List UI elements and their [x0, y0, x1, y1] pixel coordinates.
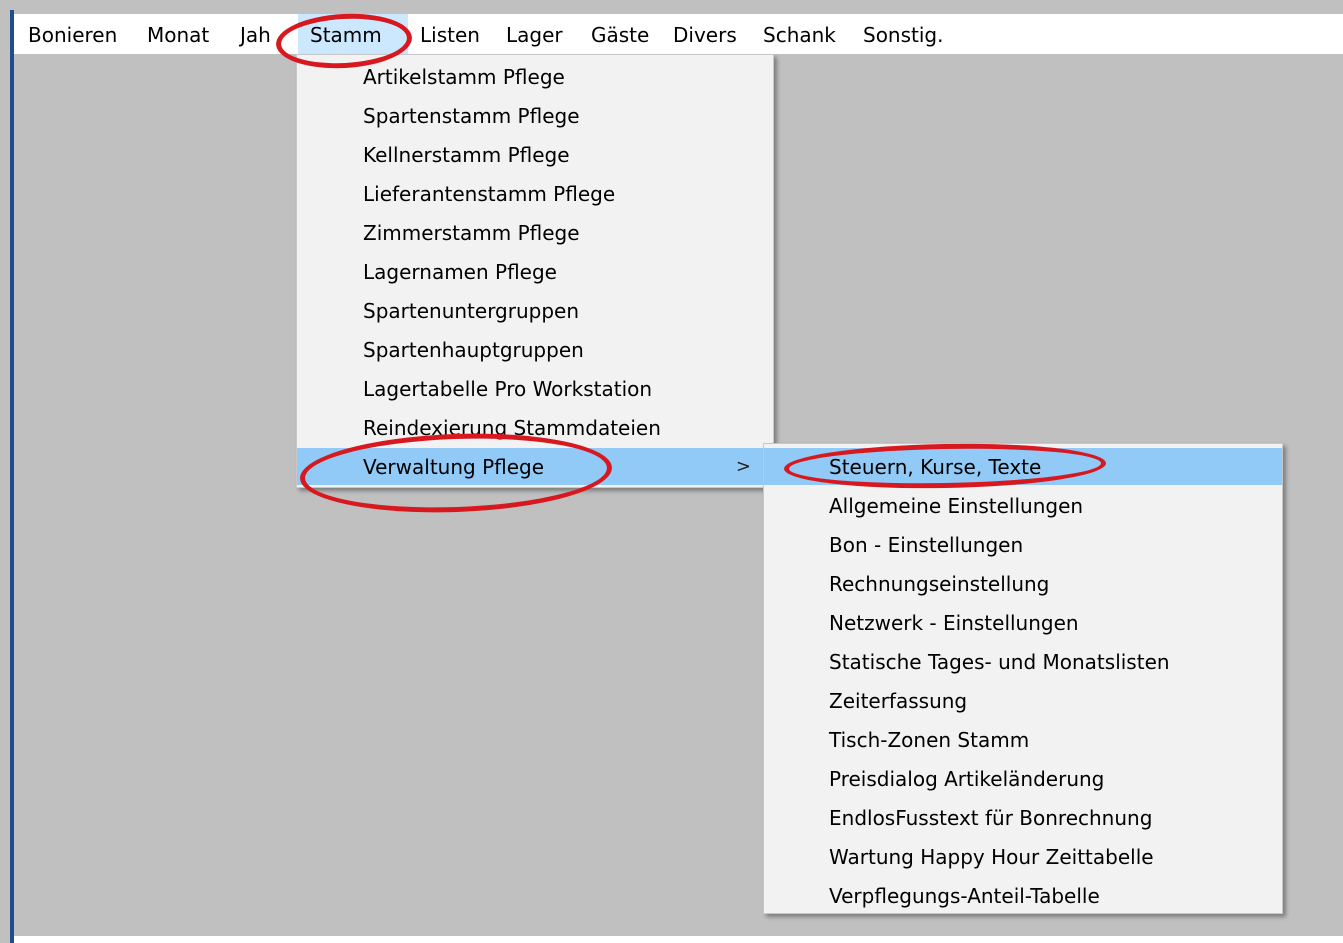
window-bottom-edge: [14, 936, 1343, 943]
chevron-right-icon: >: [735, 456, 751, 477]
menu-item-label: Bon - Einstellungen: [829, 533, 1024, 557]
menu-item-label: Statische Tages- und Monatslisten: [829, 650, 1170, 674]
menu-item-label: Netzwerk - Einstellungen: [829, 611, 1079, 635]
verwaltung-submenu: Steuern, Kurse, Texte Allgemeine Einstel…: [763, 443, 1283, 914]
menu-monat[interactable]: Monat: [147, 14, 209, 54]
menu-item-lieferantenstamm-pflege[interactable]: Lieferantenstamm Pflege: [297, 175, 773, 212]
menu-item-zimmerstamm-pflege[interactable]: Zimmerstamm Pflege: [297, 214, 773, 251]
menu-stamm[interactable]: Stamm: [298, 14, 408, 54]
submenu-item-allgemeine-einstellungen[interactable]: Allgemeine Einstellungen: [764, 487, 1282, 524]
menu-item-spartenstamm-pflege[interactable]: Spartenstamm Pflege: [297, 97, 773, 134]
menu-item-label: Verpflegungs-Anteil-Tabelle: [829, 884, 1100, 908]
stamm-dropdown-menu: Artikelstamm Pflege Spartenstamm Pflege …: [296, 54, 774, 488]
menu-bar: Bonieren Monat Jah Stamm Listen Lager Gä…: [14, 14, 1343, 54]
menu-schank[interactable]: Schank: [763, 14, 836, 54]
menu-lager[interactable]: Lager: [506, 14, 563, 54]
submenu-item-steuern-kurse-texte[interactable]: Steuern, Kurse, Texte: [764, 448, 1282, 485]
submenu-item-rechnungseinstellung[interactable]: Rechnungseinstellung: [764, 565, 1282, 602]
menu-item-label: Tisch-Zonen Stamm: [829, 728, 1030, 752]
menu-item-label: Preisdialog Artikeländerung: [829, 767, 1105, 791]
menu-item-label: Spartenstamm Pflege: [363, 104, 580, 128]
submenu-item-bon-einstellungen[interactable]: Bon - Einstellungen: [764, 526, 1282, 563]
menu-item-label: Lagertabelle Pro Workstation: [363, 377, 653, 401]
menu-item-label: Zeiterfassung: [829, 689, 968, 713]
menu-item-label: EndlosFusstext für Bonrechnung: [829, 806, 1153, 830]
menu-item-reindexierung-stammdateien[interactable]: Reindexierung Stammdateien: [297, 409, 773, 446]
menu-listen[interactable]: Listen: [420, 14, 480, 54]
submenu-item-statische-tages-monatslisten[interactable]: Statische Tages- und Monatslisten: [764, 643, 1282, 680]
menu-gaeste[interactable]: Gäste: [591, 14, 649, 54]
menu-item-label: Artikelstamm Pflege: [363, 65, 565, 89]
submenu-item-tisch-zonen-stamm[interactable]: Tisch-Zonen Stamm: [764, 721, 1282, 758]
menu-item-spartenuntergruppen[interactable]: Spartenuntergruppen: [297, 292, 773, 329]
menu-item-label: Reindexierung Stammdateien: [363, 416, 661, 440]
menu-divers[interactable]: Divers: [673, 14, 737, 54]
submenu-item-endlosfusstext-bonrechnung[interactable]: EndlosFusstext für Bonrechnung: [764, 799, 1282, 836]
submenu-item-preisdialog-artikelaenderung[interactable]: Preisdialog Artikeländerung: [764, 760, 1282, 797]
menu-item-kellnerstamm-pflege[interactable]: Kellnerstamm Pflege: [297, 136, 773, 173]
window-left-border: [10, 10, 14, 943]
menu-jahr[interactable]: Jah: [240, 14, 271, 54]
menu-item-label: Spartenuntergruppen: [363, 299, 580, 323]
menu-item-label: Verwaltung Pflege: [363, 455, 545, 479]
menu-item-lagertabelle-pro-workstation[interactable]: Lagertabelle Pro Workstation: [297, 370, 773, 407]
menu-item-label: Allgemeine Einstellungen: [829, 494, 1084, 518]
menu-item-label: Wartung Happy Hour Zeittabelle: [829, 845, 1154, 869]
submenu-item-wartung-happy-hour[interactable]: Wartung Happy Hour Zeittabelle: [764, 838, 1282, 875]
menu-item-spartenhauptgruppen[interactable]: Spartenhauptgruppen: [297, 331, 773, 368]
menu-item-label: Zimmerstamm Pflege: [363, 221, 580, 245]
submenu-item-zeiterfassung[interactable]: Zeiterfassung: [764, 682, 1282, 719]
menu-item-lagernamen-pflege[interactable]: Lagernamen Pflege: [297, 253, 773, 290]
menu-item-label: Steuern, Kurse, Texte: [829, 455, 1042, 479]
menu-item-verwaltung-pflege[interactable]: Verwaltung Pflege >: [297, 448, 773, 485]
submenu-item-verpflegungs-anteil-tabelle[interactable]: Verpflegungs-Anteil-Tabelle: [764, 877, 1282, 914]
menu-sonstig[interactable]: Sonstig.: [863, 14, 943, 54]
menu-bonieren[interactable]: Bonieren: [28, 14, 117, 54]
menu-item-label: Spartenhauptgruppen: [363, 338, 584, 362]
menu-item-label: Lieferantenstamm Pflege: [363, 182, 616, 206]
submenu-item-netzwerk-einstellungen[interactable]: Netzwerk - Einstellungen: [764, 604, 1282, 641]
menu-item-label: Rechnungseinstellung: [829, 572, 1050, 596]
menu-item-artikelstamm-pflege[interactable]: Artikelstamm Pflege: [297, 58, 773, 95]
menu-item-label: Lagernamen Pflege: [363, 260, 557, 284]
menu-item-label: Kellnerstamm Pflege: [363, 143, 570, 167]
